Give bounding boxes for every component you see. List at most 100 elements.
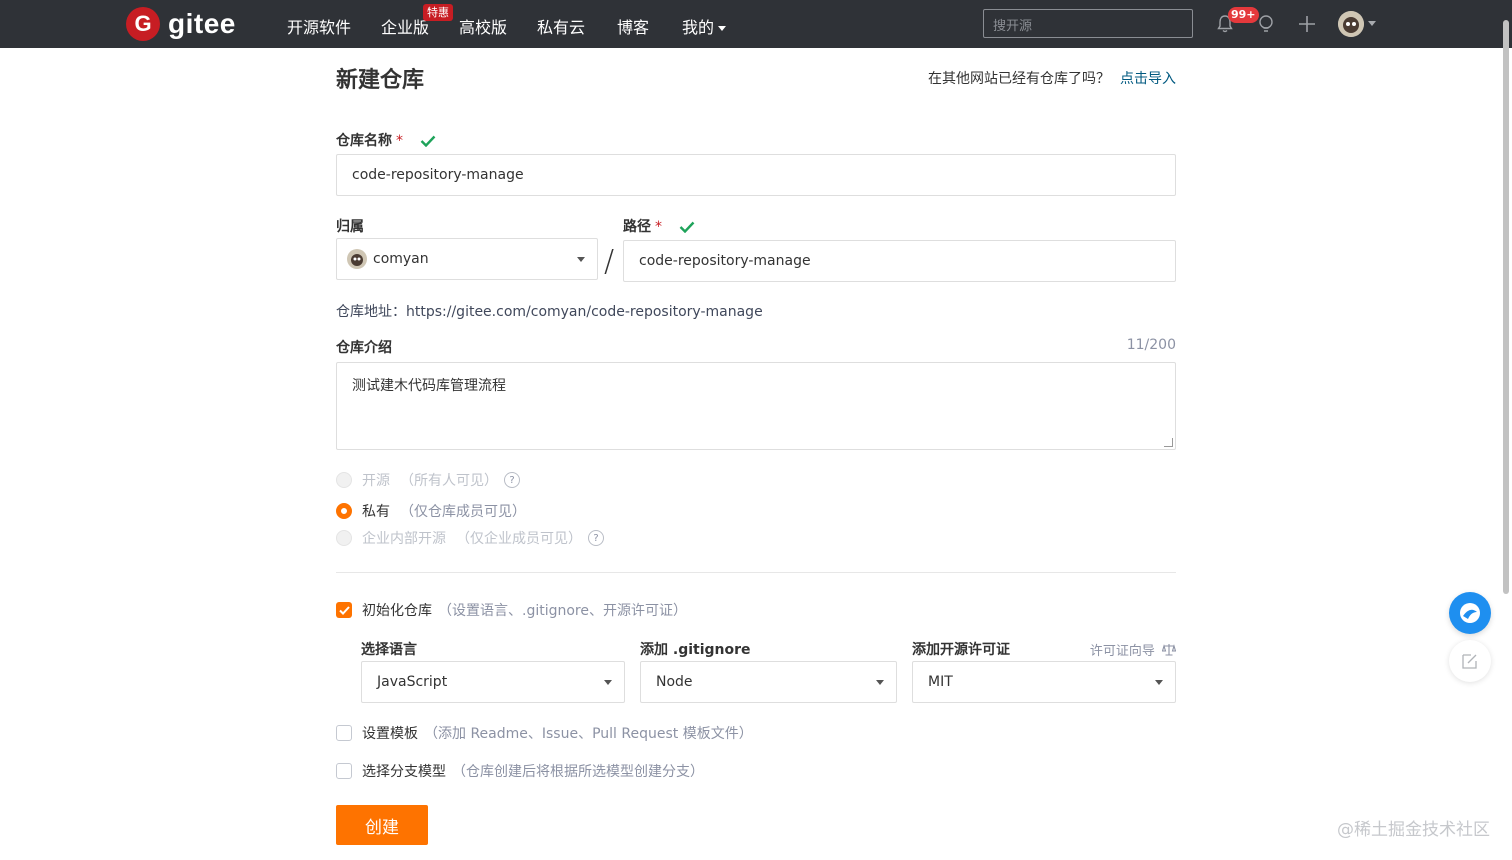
language-value: JavaScript (377, 674, 448, 690)
import-hint: 在其他网站已经有仓库了吗？ 点击导入 (928, 68, 1176, 88)
nav-item-blog[interactable]: 博客 (617, 14, 649, 38)
owner-label: 归属 (336, 219, 364, 235)
owner-select[interactable]: comyan (336, 238, 598, 280)
watermark: @稀土掘金技术社区 (1337, 820, 1490, 840)
gitignore-value: Node (656, 674, 693, 690)
license-chevron-down-icon (1155, 680, 1163, 685)
template-checkbox[interactable] (336, 725, 352, 741)
top-navbar: G gitee 开源软件 企业版 特惠 高校版 私有云 博客 我的 搜开源 99… (0, 0, 1512, 48)
valid-check-icon (679, 221, 695, 233)
branch-model-label: 选择分支模型 (362, 764, 446, 780)
plus-icon (1299, 16, 1315, 32)
visibility-option-private[interactable]: 私有 （仅仓库成员可见） (336, 501, 526, 521)
assistant-icon (1460, 603, 1480, 623)
nav-item-mine-label: 我的 (682, 18, 715, 37)
license-value: MIT (928, 674, 953, 690)
radio-internal[interactable] (336, 530, 352, 546)
path-label-text: 路径 (623, 219, 651, 235)
repo-name-value: code-repository-manage (352, 167, 524, 183)
page-scrollbar[interactable] (1503, 20, 1509, 594)
radio-private[interactable] (336, 503, 352, 519)
license-guide-link[interactable]: 许可证向导 (1089, 640, 1177, 659)
create-new-button[interactable] (1295, 12, 1319, 36)
path-label: 路径 * (623, 216, 695, 236)
avatar-image-icon (1338, 11, 1364, 37)
chevron-down-icon (718, 26, 727, 31)
intro-value: 测试建木代码库管理流程 (352, 378, 506, 394)
visibility-internal-hint: （仅企业成员可见） (456, 531, 582, 547)
gitee-logo-icon: G (126, 7, 160, 41)
init-repo-option[interactable]: 初始化仓库 （设置语言、.gitignore、开源许可证） (336, 600, 687, 620)
visibility-private-hint: （仅仓库成员可见） (400, 504, 526, 520)
create-button[interactable]: 创建 (336, 805, 428, 845)
floating-help-button[interactable] (1449, 592, 1491, 634)
branch-model-option[interactable]: 选择分支模型 （仓库创建后将根据所选模型创建分支） (336, 761, 704, 781)
repo-url-label: 仓库地址： (336, 304, 406, 320)
logo-text: gitee (168, 8, 236, 39)
visibility-internal-label: 企业内部开源 (362, 531, 446, 547)
branch-model-checkbox[interactable] (336, 763, 352, 779)
resize-handle-icon[interactable] (1164, 438, 1173, 447)
lightbulb-icon (1259, 15, 1273, 32)
path-input[interactable]: code-repository-manage (623, 240, 1176, 282)
valid-check-icon (420, 135, 436, 147)
nav-item-enterprise[interactable]: 企业版 (381, 14, 429, 38)
help-circle-icon[interactable]: ? (588, 530, 604, 546)
intro-textarea[interactable]: 测试建木代码库管理流程 (336, 362, 1176, 450)
checkmark-icon (338, 605, 350, 615)
gitignore-label: 添加 .gitignore (640, 642, 751, 658)
repo-name-label-text: 仓库名称 (336, 133, 392, 149)
license-guide-text: 许可证向导 (1089, 644, 1155, 659)
intro-label: 仓库介绍 (336, 340, 392, 356)
gitignore-chevron-down-icon (876, 680, 884, 685)
path-value: code-repository-manage (639, 253, 811, 269)
visibility-private-label: 私有 (362, 504, 390, 520)
edit-icon (1462, 654, 1477, 669)
repo-url-line: 仓库地址：https://gitee.com/comyan/code-repos… (336, 301, 763, 321)
owner-value: comyan (373, 251, 429, 267)
gitignore-select[interactable]: Node (640, 661, 897, 703)
owner-chevron-down-icon (577, 257, 585, 262)
radio-public[interactable] (336, 472, 352, 488)
visibility-option-internal[interactable]: 企业内部开源 （仅企业成员可见） ? (336, 528, 604, 548)
nav-item-private-cloud[interactable]: 私有云 (537, 14, 585, 38)
user-avatar[interactable] (1338, 11, 1364, 37)
visibility-public-label: 开源 (362, 473, 390, 489)
visibility-public-hint: （所有人可见） (400, 473, 498, 489)
nav-item-education[interactable]: 高校版 (459, 14, 507, 38)
nav-item-mine[interactable]: 我的 (682, 14, 727, 38)
language-label: 选择语言 (361, 642, 417, 658)
init-repo-checkbox[interactable] (336, 602, 352, 618)
init-repo-hint: （设置语言、.gitignore、开源许可证） (438, 603, 687, 619)
import-link[interactable]: 点击导入 (1120, 71, 1176, 87)
section-divider (336, 572, 1176, 573)
owner-path-separator: / (604, 244, 615, 279)
search-input[interactable]: 搜开源 (983, 9, 1193, 38)
idea-button[interactable] (1254, 12, 1278, 36)
gitee-logo[interactable]: G gitee (126, 7, 236, 41)
repo-name-label: 仓库名称 * (336, 130, 436, 150)
scale-icon (1161, 644, 1177, 656)
nav-item-open-source[interactable]: 开源软件 (287, 14, 351, 38)
page-title: 新建仓库 (336, 68, 425, 93)
avatar-chevron-down-icon[interactable] (1368, 21, 1376, 26)
init-repo-label: 初始化仓库 (362, 603, 432, 619)
owner-avatar-icon (347, 249, 367, 269)
license-label: 添加开源许可证 (912, 642, 1010, 658)
required-mark: * (396, 133, 403, 149)
repo-name-input[interactable]: code-repository-manage (336, 154, 1176, 196)
required-mark: * (655, 219, 662, 235)
language-select[interactable]: JavaScript (361, 661, 625, 703)
template-option[interactable]: 设置模板 （添加 Readme、Issue、Pull Request 模板文件） (336, 723, 753, 743)
intro-char-counter: 11/200 (1126, 337, 1176, 353)
language-chevron-down-icon (604, 680, 612, 685)
repo-url: https://gitee.com/comyan/code-repository… (406, 304, 763, 320)
branch-model-hint: （仓库创建后将根据所选模型创建分支） (452, 764, 704, 780)
floating-feedback-button[interactable] (1449, 640, 1491, 682)
help-circle-icon[interactable]: ? (504, 472, 520, 488)
license-select[interactable]: MIT (912, 661, 1176, 703)
enterprise-promo-badge: 特惠 (423, 4, 453, 21)
template-hint: （添加 Readme、Issue、Pull Request 模板文件） (424, 726, 753, 742)
visibility-option-public[interactable]: 开源 （所有人可见） ? (336, 470, 520, 490)
template-label: 设置模板 (362, 726, 418, 742)
